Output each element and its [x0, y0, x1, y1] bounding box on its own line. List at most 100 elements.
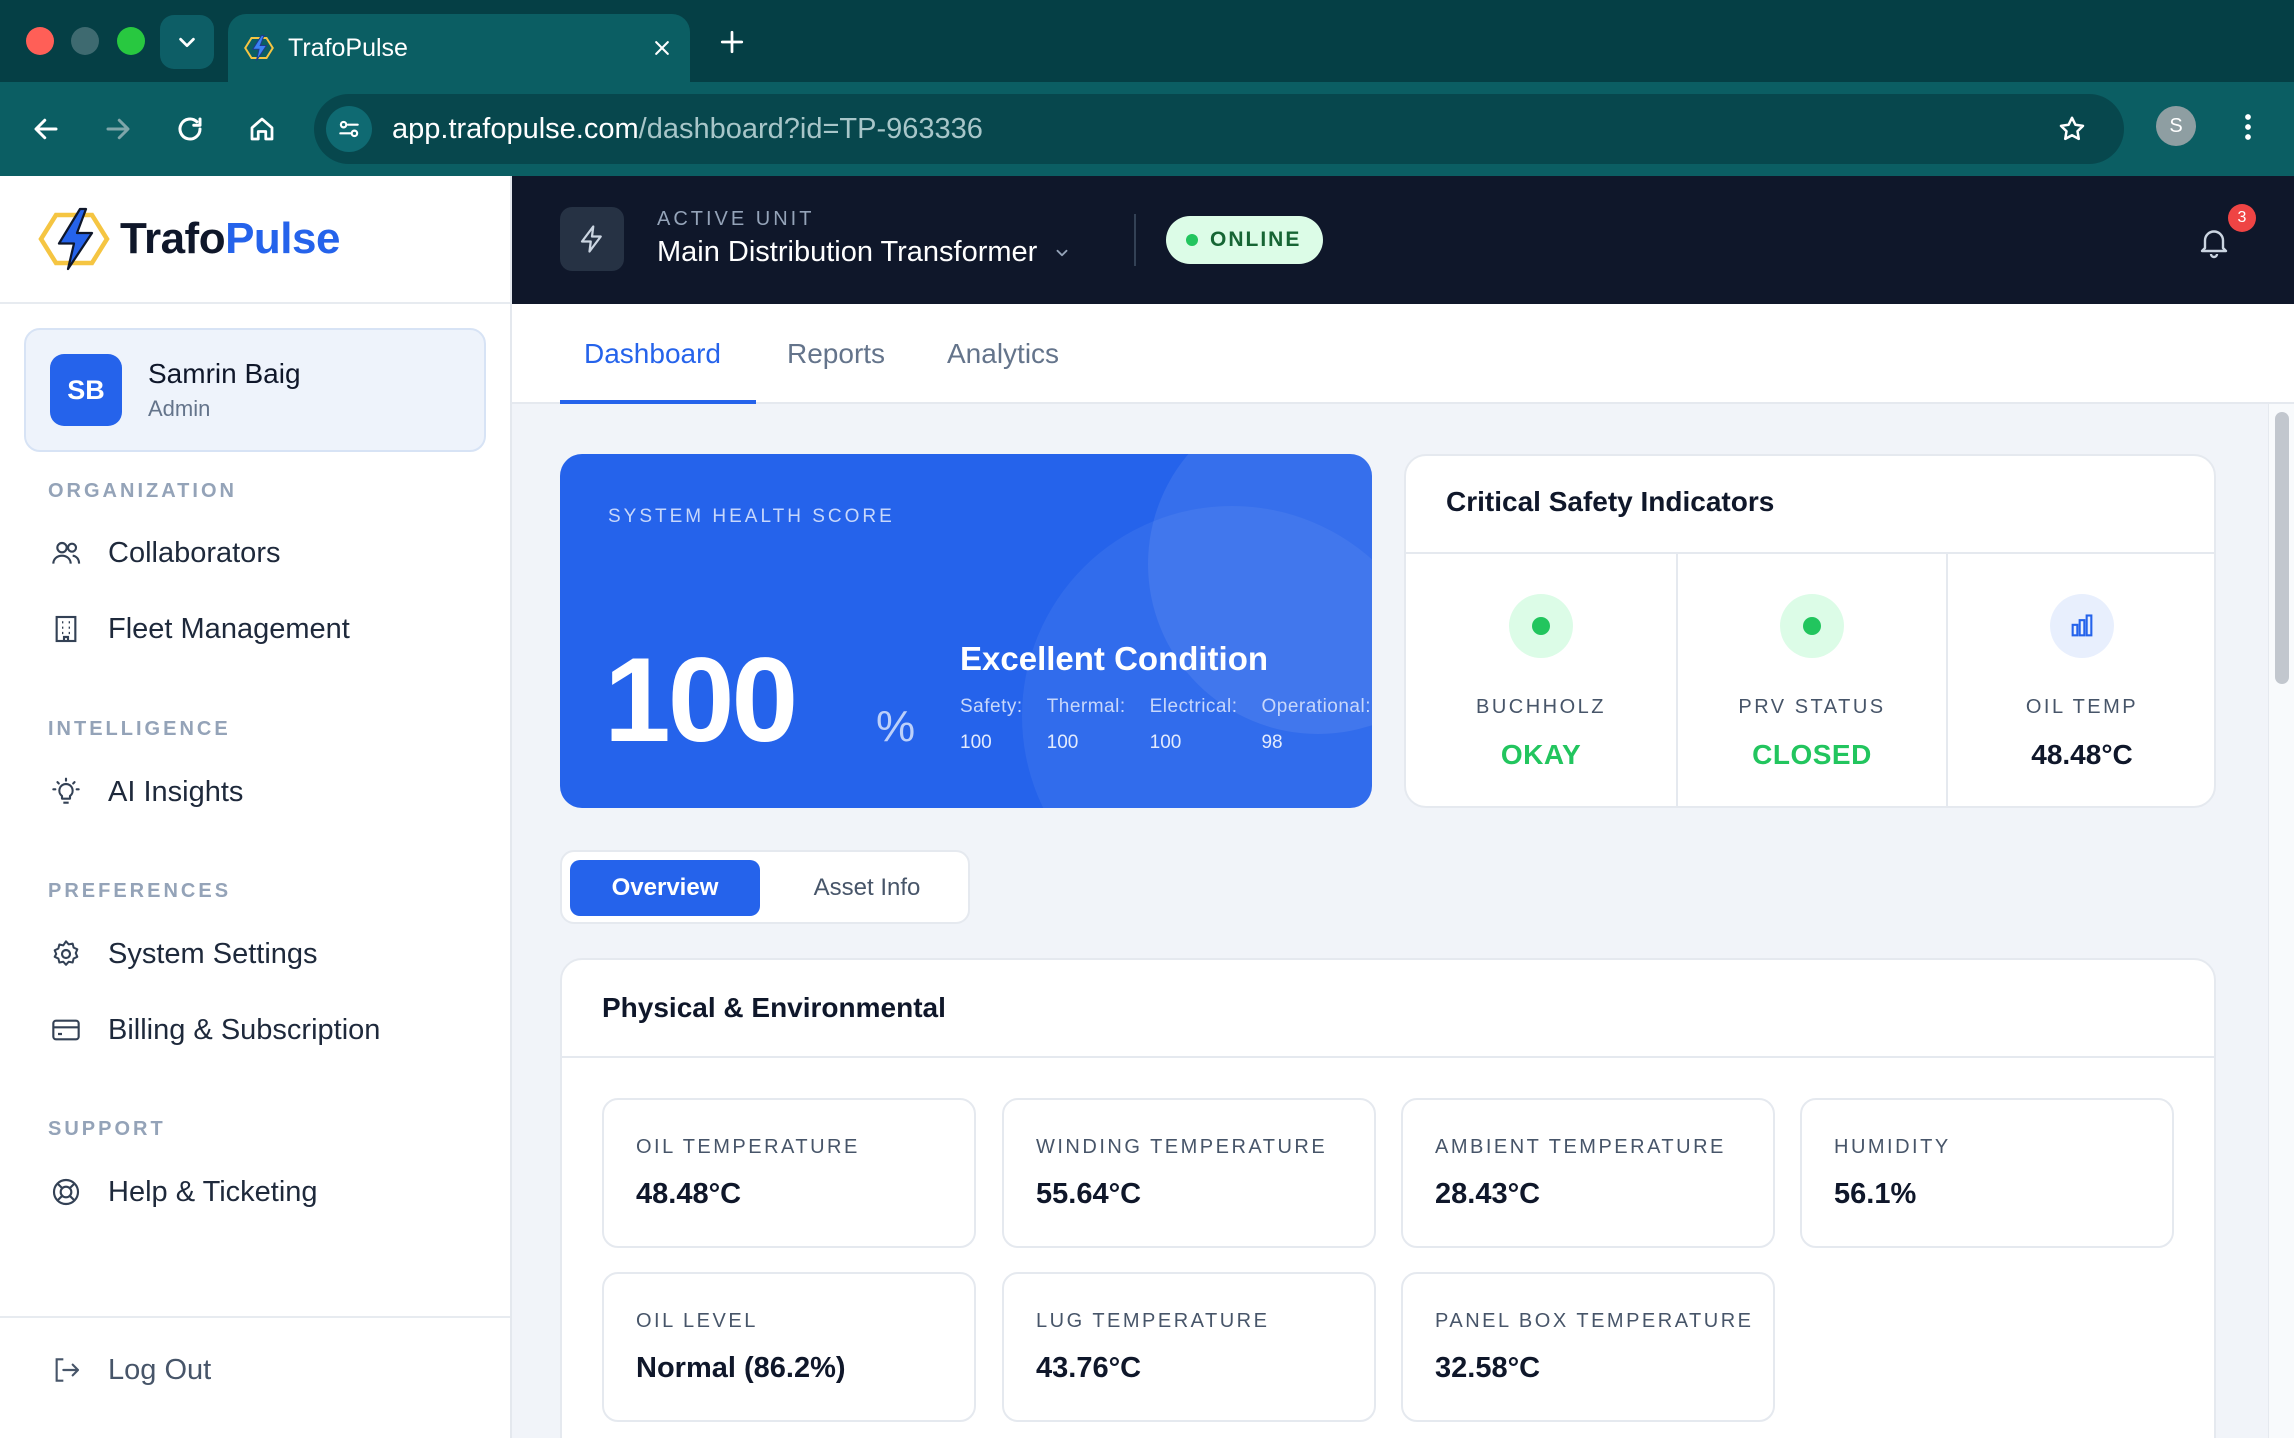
sidebar-item-system-settings[interactable]: System Settings: [48, 929, 318, 979]
sidebar-item-billing[interactable]: Billing & Subscription: [48, 1005, 380, 1055]
metric-oil-level: OIL LEVEL Normal (86.2%): [602, 1272, 976, 1422]
reload-icon: [178, 117, 202, 141]
brand-name-part1: Trafo: [120, 214, 226, 263]
overview-toggle-button[interactable]: Overview: [570, 860, 760, 916]
subscore-safety: Safety: 100: [960, 696, 1023, 754]
subscore-operational: Operational: 98: [1261, 696, 1371, 754]
divider: [0, 1316, 510, 1318]
metric-label: HUMIDITY: [1834, 1136, 1951, 1158]
active-unit-label: ACTIVE UNIT: [657, 208, 815, 230]
metric-value: 28.43°C: [1435, 1178, 1541, 1210]
window-minimize-button[interactable]: [71, 27, 99, 55]
sidebar-item-fleet-management[interactable]: Fleet Management: [48, 604, 350, 654]
bookmark-button[interactable]: [2042, 114, 2102, 144]
url-text: app.trafopulse.com/dashboard?id=TP-96333…: [392, 113, 2042, 146]
section-label-preferences: PREFERENCES: [48, 880, 232, 902]
main-tabs: Dashboard Reports Analytics: [512, 304, 2294, 404]
tab-search-button[interactable]: [160, 15, 214, 69]
address-bar[interactable]: app.trafopulse.com/dashboard?id=TP-96333…: [314, 94, 2124, 164]
health-condition: Excellent Condition: [960, 640, 1269, 677]
metric-label: OIL TEMPERATURE: [636, 1136, 860, 1158]
subscore-label: Safety:: [960, 696, 1023, 717]
metric-label: AMBIENT TEMPERATURE: [1435, 1136, 1726, 1158]
subscore-label: Electrical:: [1149, 696, 1238, 717]
safety-card-title: Critical Safety Indicators: [1446, 486, 1775, 517]
back-button[interactable]: [20, 103, 72, 155]
metric-value: Normal (86.2%): [636, 1352, 846, 1384]
health-score-card: SYSTEM HEALTH SCORE 100 % Excellent Cond…: [560, 454, 1372, 808]
metric-label: OIL LEVEL: [636, 1310, 758, 1332]
browser-tab[interactable]: TrafoPulse: [228, 14, 690, 82]
brand-name: TrafoPulse: [120, 214, 340, 264]
unit-selector[interactable]: Main Distribution Transformer: [657, 236, 1071, 269]
close-icon: [655, 41, 669, 55]
metric-ambient-temperature: AMBIENT TEMPERATURE 28.43°C: [1401, 1098, 1775, 1248]
arrow-right-icon: [106, 118, 130, 140]
status-text: ONLINE: [1210, 228, 1302, 251]
user-profile-card[interactable]: SB Samrin Baig Admin: [24, 328, 486, 452]
view-toggle: Overview Asset Info: [560, 850, 970, 924]
indicator-value: CLOSED: [1752, 739, 1872, 770]
profile-avatar[interactable]: S: [2156, 106, 2196, 146]
asset-info-toggle-button[interactable]: Asset Info: [772, 860, 962, 916]
health-score-label: SYSTEM HEALTH SCORE: [608, 506, 895, 527]
health-subscores: Safety: 100 Thermal: 100 Electrical: 100…: [960, 696, 1372, 754]
favicon-bolt-icon: [244, 35, 274, 61]
subscore-thermal: Thermal: 100: [1047, 696, 1126, 754]
main-content: SYSTEM HEALTH SCORE 100 % Excellent Cond…: [512, 404, 2268, 1438]
status-dot-icon: [1532, 617, 1550, 635]
indicator-value: 48.48°C: [2031, 739, 2133, 770]
browser-menu-button[interactable]: [2228, 102, 2268, 152]
home-icon: [250, 117, 274, 141]
subscore-label: Operational:: [1261, 696, 1371, 717]
browser-tab-title: TrafoPulse: [288, 33, 408, 62]
status-dot-icon: [1803, 617, 1821, 635]
subscore-value: 100: [960, 732, 992, 753]
sidebar-item-label: Billing & Subscription: [108, 1013, 381, 1046]
metric-panel-box-temperature: PANEL BOX TEMPERATURE 32.58°C: [1401, 1272, 1775, 1422]
tab-close-button[interactable]: [634, 38, 690, 58]
metric-label: LUG TEMPERATURE: [1036, 1310, 1270, 1332]
health-score-value: 100: [604, 633, 798, 767]
site-settings-button[interactable]: [326, 106, 372, 152]
subscore-value: 100: [1046, 732, 1079, 753]
bell-icon: [2200, 230, 2228, 259]
sidebar-item-label: Collaborators: [108, 536, 281, 569]
sidebar-item-collaborators[interactable]: Collaborators: [48, 528, 280, 578]
indicator-label: PRV STATUS: [1738, 696, 1886, 718]
tab-dashboard[interactable]: Dashboard: [584, 304, 721, 404]
divider: [1134, 214, 1136, 266]
subscore-electrical: Electrical: 100: [1150, 696, 1238, 754]
subscore-label: Thermal:: [1046, 696, 1126, 717]
scrollbar-thumb[interactable]: [2275, 412, 2289, 684]
lifebuoy-icon: [48, 1174, 84, 1210]
forward-button[interactable]: [92, 103, 144, 155]
tab-reports[interactable]: Reports: [787, 304, 885, 404]
metric-value: 43.76°C: [1036, 1352, 1142, 1384]
home-button[interactable]: [236, 103, 288, 155]
user-name: Samrin Baig: [148, 358, 301, 389]
indicator-oil-temp: OIL TEMP 48.48°C: [1946, 554, 2214, 806]
arrow-left-icon: [34, 118, 58, 140]
brand-logo[interactable]: TrafoPulse: [0, 176, 510, 304]
status-indicator: [1509, 594, 1573, 658]
physical-card-title: Physical & Environmental: [602, 992, 946, 1023]
tab-analytics[interactable]: Analytics: [947, 304, 1059, 404]
user-role: Admin: [148, 396, 211, 421]
browser-toolbar: app.trafopulse.com/dashboard?id=TP-96333…: [0, 82, 2294, 176]
sidebar-item-ai-insights[interactable]: AI Insights: [48, 767, 243, 817]
window-close-button[interactable]: [26, 27, 54, 55]
new-tab-button[interactable]: [706, 20, 758, 64]
metric-lug-temperature: LUG TEMPERATURE 43.76°C: [1002, 1272, 1376, 1422]
logout-button[interactable]: Log Out: [48, 1345, 211, 1395]
metric-value: 32.58°C: [1435, 1352, 1541, 1384]
brand-name-part2: Pulse: [225, 214, 340, 263]
sidebar-item-help[interactable]: Help & Ticketing: [48, 1167, 318, 1217]
reload-button[interactable]: [164, 103, 216, 155]
star-icon: [2059, 116, 2085, 141]
safety-indicators-card: Critical Safety Indicators BUCHHOLZ OKAY…: [1404, 454, 2216, 808]
tune-icon: [339, 120, 359, 138]
window-zoom-button[interactable]: [117, 27, 145, 55]
indicator-prv-status: PRV STATUS CLOSED: [1676, 554, 1946, 806]
content-scrollbar[interactable]: [2268, 404, 2294, 1438]
